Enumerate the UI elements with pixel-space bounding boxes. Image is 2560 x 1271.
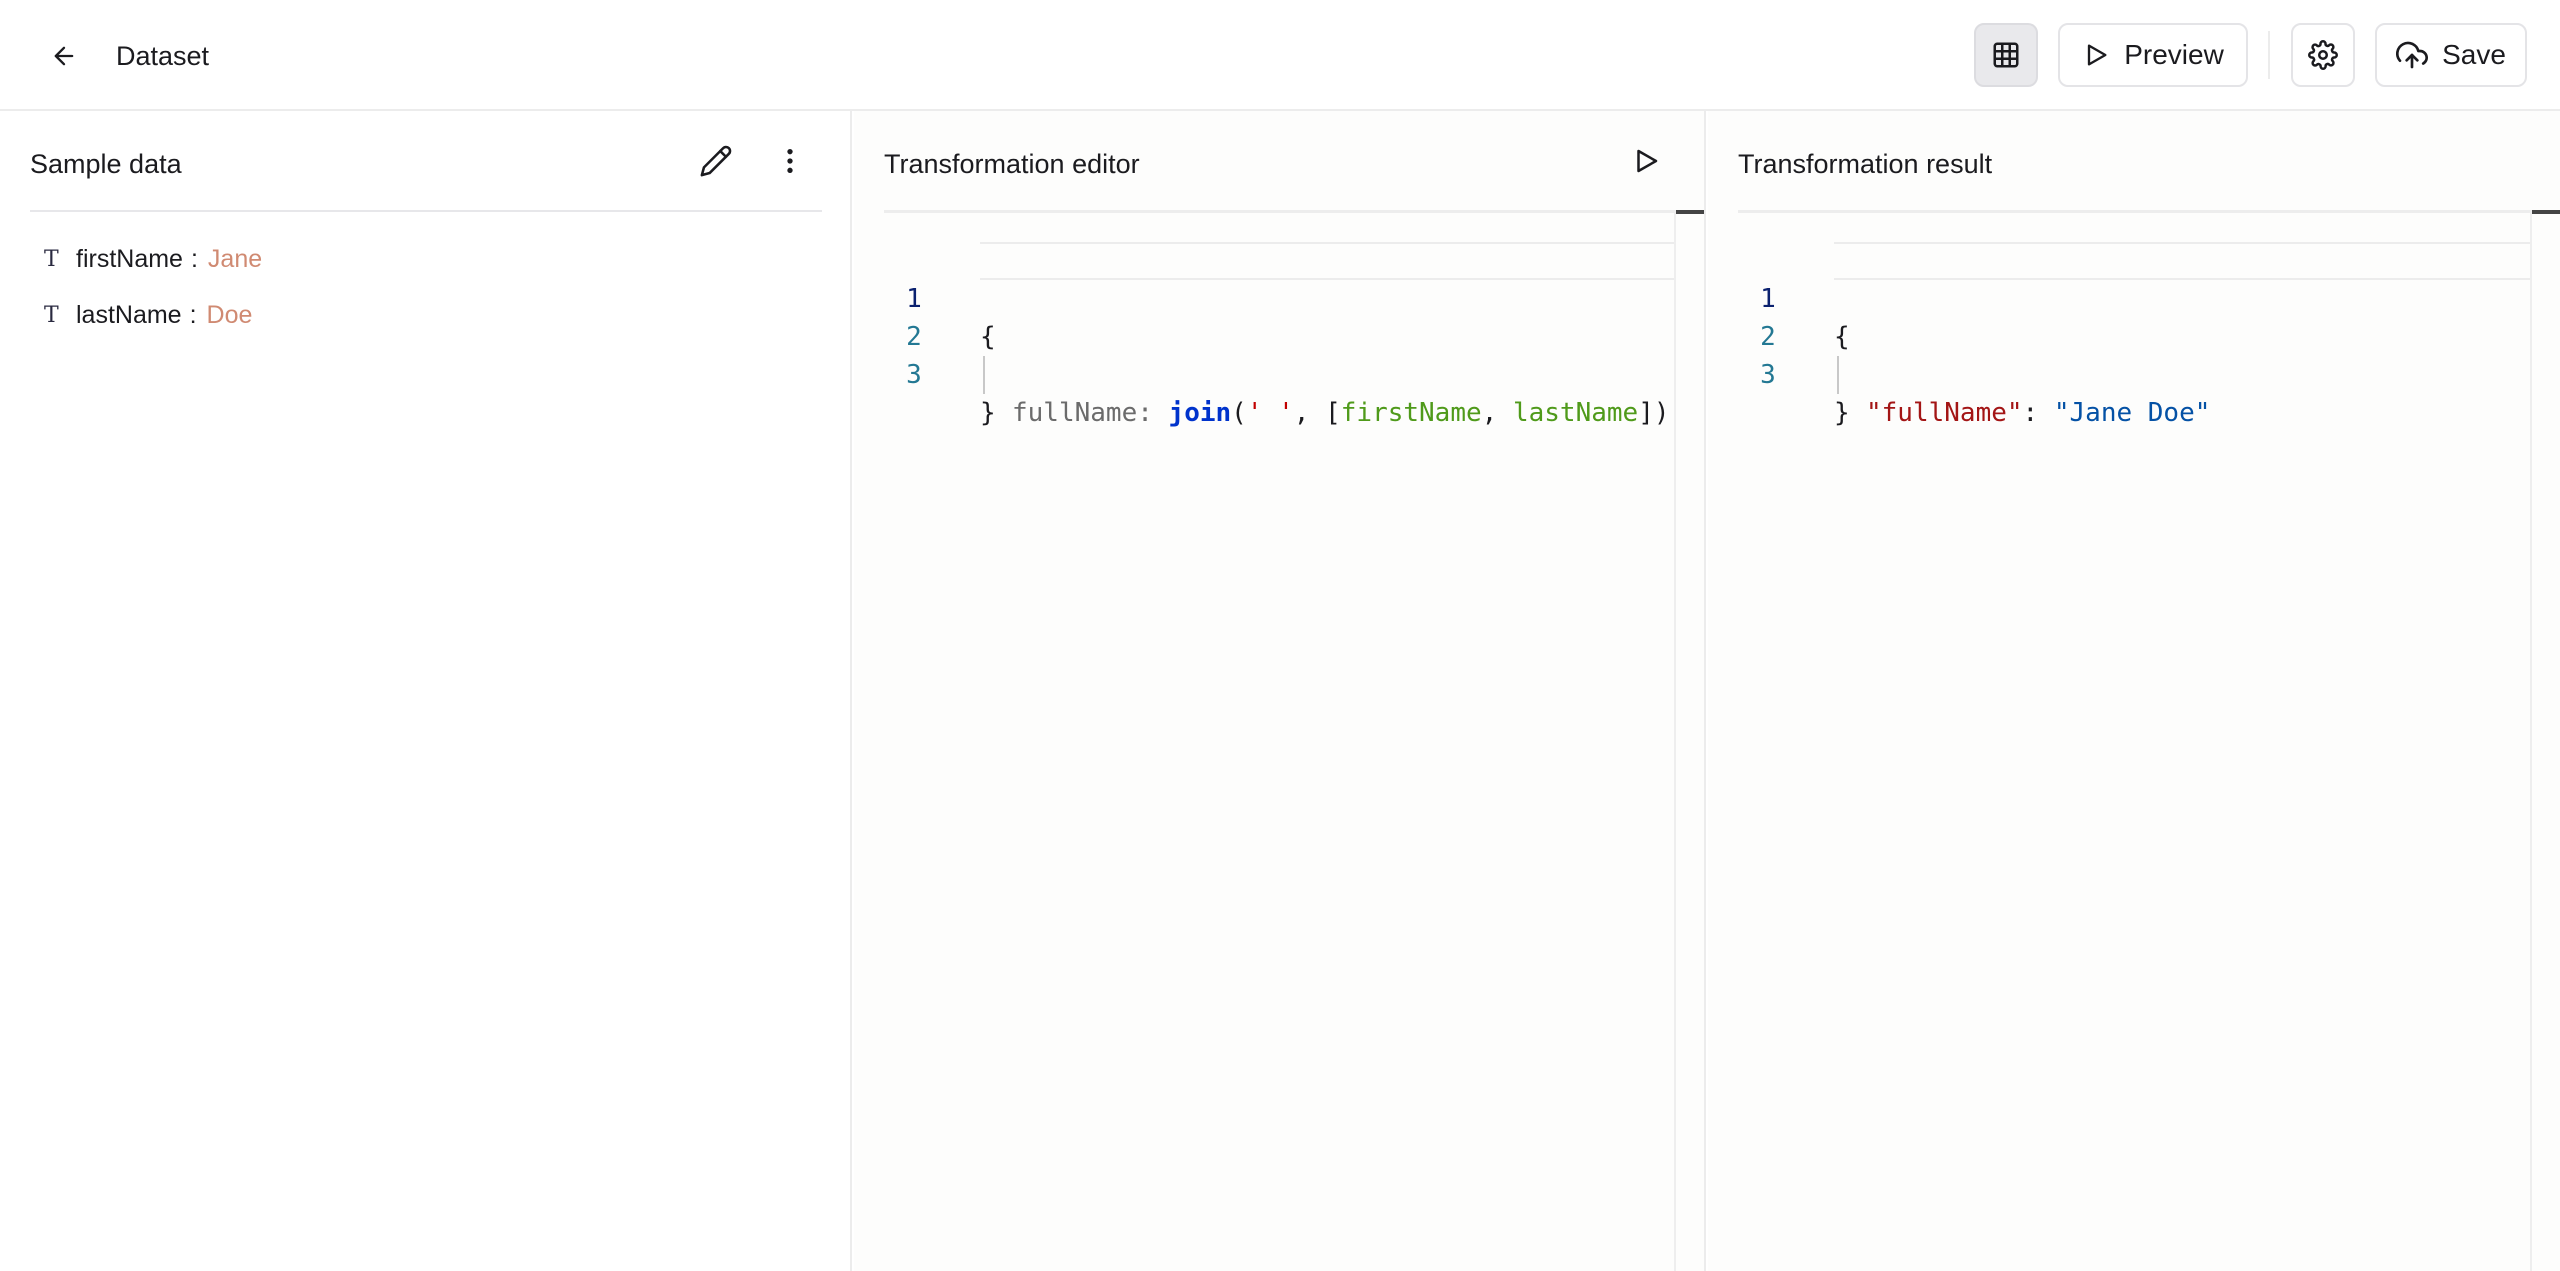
brace-open: { xyxy=(1834,322,1850,352)
save-button-label: Save xyxy=(2442,39,2506,70)
brace-open: { xyxy=(980,322,996,352)
editor-scroll-thumb xyxy=(2532,210,2560,214)
code-sep: : xyxy=(1137,398,1169,428)
field-value: Doe xyxy=(206,300,253,329)
code-text: fullName: join(' ', [firstName, lastName… xyxy=(1012,394,1670,432)
indent-guide xyxy=(983,356,985,394)
settings-button[interactable] xyxy=(2291,23,2355,87)
code-editor[interactable]: 1 { 2 fullName: join(' ', [firstName, la… xyxy=(884,210,1704,1271)
brace-close: } xyxy=(980,398,996,428)
table-grid-icon xyxy=(1993,42,2019,68)
code-variable: lastName xyxy=(1512,398,1639,428)
code-line: 3 } xyxy=(884,318,995,428)
code-variable: firstName xyxy=(1340,398,1482,428)
save-button[interactable]: Save xyxy=(2375,23,2527,87)
editor-scrollbar[interactable] xyxy=(1674,210,1676,1271)
editor-scrollbar[interactable] xyxy=(2530,210,2532,1271)
back-button[interactable] xyxy=(40,36,88,76)
field-row-firstname[interactable]: T firstName : Jane xyxy=(44,239,262,279)
panel-title: Transformation result xyxy=(1738,149,1993,179)
field-name: lastName xyxy=(76,300,182,329)
indent-guide xyxy=(1837,356,1839,394)
code-text: } xyxy=(980,394,996,432)
code-key: fullName xyxy=(1012,398,1138,428)
more-vertical-icon xyxy=(787,149,793,173)
preview-button[interactable]: Preview xyxy=(2058,23,2248,87)
toolbar-divider xyxy=(2268,31,2270,79)
field-colon: : xyxy=(190,244,198,273)
code-comma: , xyxy=(1293,398,1326,428)
field-colon: : xyxy=(189,300,197,329)
code-text: "fullName": "Jane Doe" xyxy=(1866,394,2210,432)
transformation-result-panel: Transformation result 1 { 2 "fullName": … xyxy=(1708,111,2560,1271)
code-bracket-close: ]) xyxy=(1638,398,1670,428)
line-number: 3 xyxy=(1760,360,1776,390)
play-icon xyxy=(1637,149,1658,173)
editor-top-border xyxy=(1738,210,2560,213)
panel-title: Sample data xyxy=(30,149,182,179)
table-view-button[interactable] xyxy=(1974,23,2038,87)
code-line: 2 "fullName": "Jane Doe" xyxy=(1738,280,2210,428)
editor-scroll-thumb xyxy=(1676,210,1704,214)
code-text: } xyxy=(1834,394,1850,432)
cloud-upload-icon xyxy=(2396,41,2429,69)
text-type-icon: T xyxy=(44,246,59,272)
transformation-editor-panel: Transformation editor 1 { 2 fullName: jo… xyxy=(854,111,1706,1271)
preview-button-label: Preview xyxy=(2124,39,2224,70)
code-text: { xyxy=(1834,318,1850,356)
edit-button[interactable] xyxy=(692,137,740,185)
code-string: ' ' xyxy=(1246,398,1294,428)
panel-divider xyxy=(30,210,822,212)
top-toolbar: Dataset Preview Save xyxy=(0,0,2560,111)
page-title: Dataset xyxy=(116,41,210,71)
code-function: join xyxy=(1168,398,1232,428)
panel-title: Transformation editor xyxy=(884,149,1140,179)
code-line: 2 fullName: join(' ', [firstName, lastNa… xyxy=(884,280,1669,428)
result-viewer[interactable]: 1 { 2 "fullName": "Jane Doe" 3 } xyxy=(1738,210,2560,1271)
more-options-button[interactable] xyxy=(766,137,814,185)
pencil-icon xyxy=(700,145,732,177)
sample-data-panel: Sample data T firstName : Jane T lastNam… xyxy=(0,111,852,1271)
field-name: firstName xyxy=(76,244,183,273)
code-text: { xyxy=(980,318,996,356)
gear-icon xyxy=(2308,40,2338,70)
play-icon xyxy=(2088,44,2107,66)
field-value: Jane xyxy=(207,244,263,273)
json-value: "Jane Doe" xyxy=(2053,398,2211,428)
editor-top-border xyxy=(884,210,1704,213)
arrow-left-icon xyxy=(54,46,74,66)
code-bracket: [ xyxy=(1325,398,1341,428)
json-key: "fullName" xyxy=(1866,398,2023,428)
code-line: 3 } xyxy=(1738,318,1849,428)
current-line-highlight xyxy=(980,242,1674,280)
field-row-lastname[interactable]: T lastName : Doe xyxy=(44,295,252,335)
text-type-icon: T xyxy=(44,302,59,328)
code-line: 1 { xyxy=(1738,242,1849,352)
run-button[interactable] xyxy=(1622,137,1670,185)
json-sep: : xyxy=(2022,398,2054,428)
brace-close: } xyxy=(1834,398,1850,428)
line-number: 3 xyxy=(906,360,922,390)
code-comma: , xyxy=(1481,398,1513,428)
current-line-highlight xyxy=(1834,242,2530,280)
code-line: 1 { xyxy=(884,242,995,352)
code-paren: ( xyxy=(1231,398,1247,428)
